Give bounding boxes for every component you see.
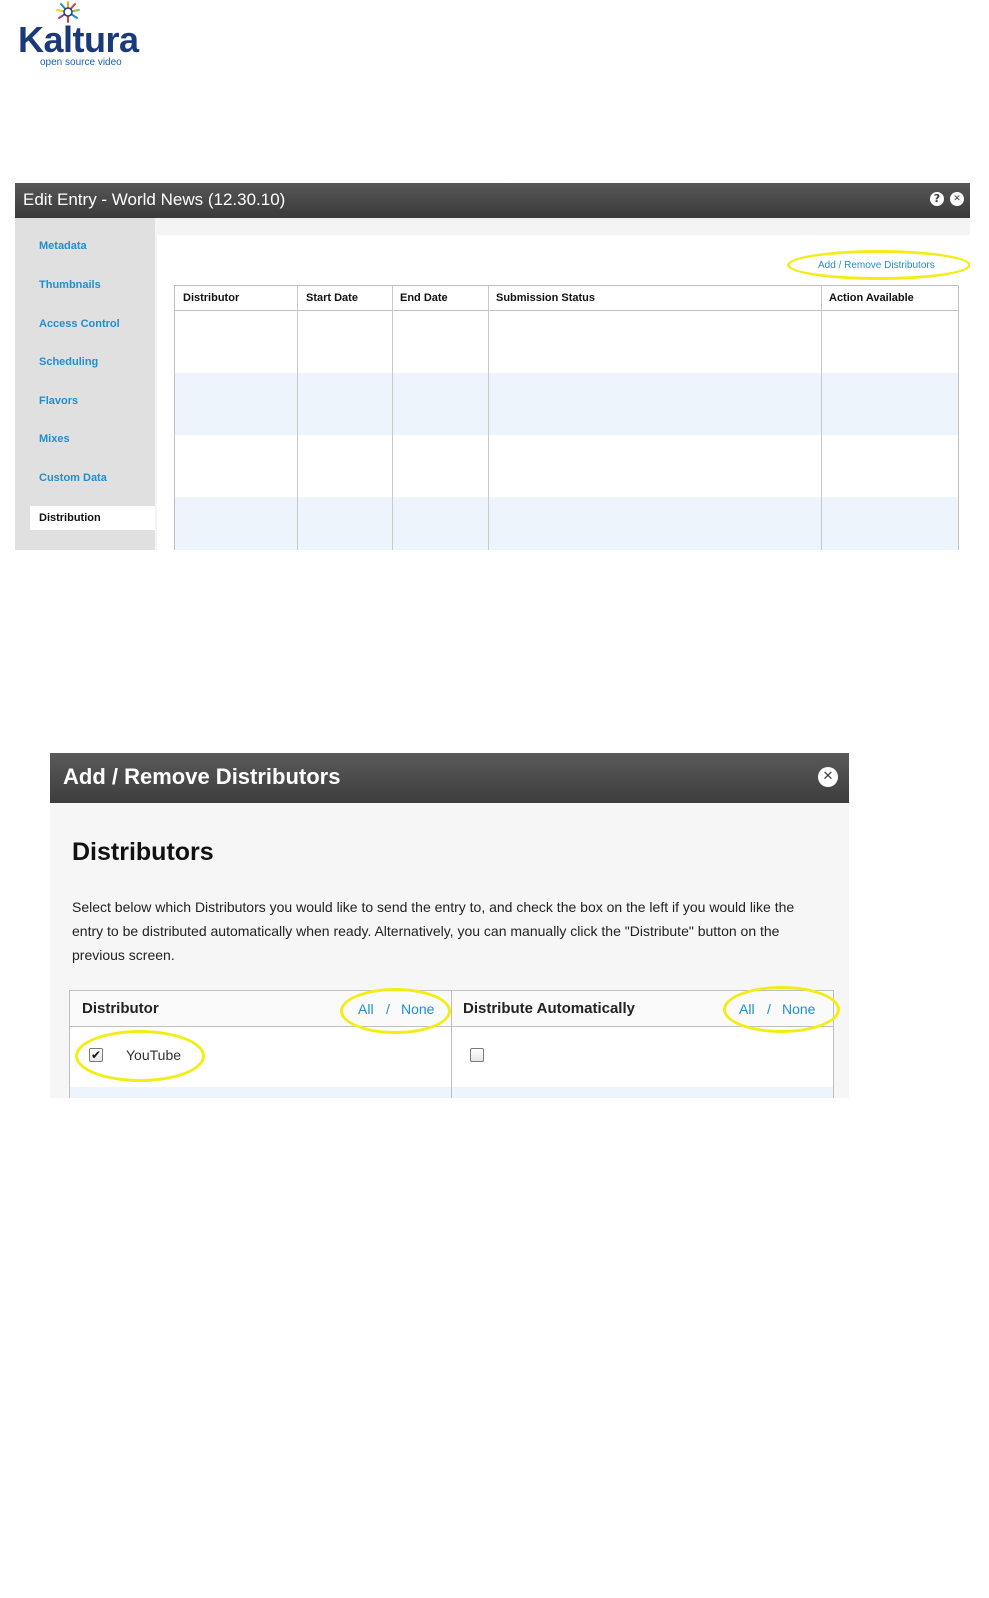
highlight-oval: [340, 988, 451, 1034]
column-divider: [297, 286, 298, 550]
column-divider: [451, 991, 452, 1098]
table-header: Distributor Start Date End Date Submissi…: [175, 286, 958, 311]
sidebar-item-custom-data[interactable]: Custom Data: [39, 472, 107, 484]
edit-entry-sidebar: Metadata Thumbnails Access Control Sched…: [15, 218, 155, 550]
column-header-end-date[interactable]: End Date: [400, 292, 448, 304]
column-divider: [821, 286, 822, 550]
distribution-panel: Add / Remove Distributors Distributor St…: [157, 235, 970, 550]
logo-wordmark: Kaltura: [18, 19, 139, 60]
help-icon[interactable]: ?: [930, 192, 944, 206]
close-icon[interactable]: ✕: [950, 192, 964, 206]
column-header-distributor: Distributor: [82, 1000, 159, 1017]
sidebar-item-thumbnails[interactable]: Thumbnails: [39, 279, 101, 291]
column-header-submission-status[interactable]: Submission Status: [496, 292, 595, 304]
column-divider: [488, 286, 489, 550]
column-header-distributor[interactable]: Distributor: [183, 292, 239, 304]
edit-entry-title: Edit Entry - World News (12.30.10): [23, 190, 286, 209]
sidebar-item-metadata[interactable]: Metadata: [39, 240, 87, 252]
highlight-oval: [75, 1030, 205, 1082]
dialog-header: Add / Remove Distributors ✕: [50, 753, 849, 803]
highlight-oval: [723, 986, 840, 1033]
sidebar-item-access-control[interactable]: Access Control: [39, 318, 120, 330]
kaltura-logo: Kaltura open source video: [18, 0, 158, 70]
table-row: [175, 311, 958, 373]
youtube-distribute-auto-checkbox[interactable]: [470, 1048, 484, 1062]
distribution-table: Distributor Start Date End Date Submissi…: [174, 285, 959, 550]
column-header-start-date[interactable]: Start Date: [306, 292, 358, 304]
edit-entry-main: Add / Remove Distributors Distributor St…: [155, 218, 970, 550]
table-row: [175, 373, 958, 435]
table-row: [175, 435, 958, 497]
sidebar-item-mixes[interactable]: Mixes: [39, 433, 70, 445]
column-header-distribute-automatically: Distribute Automatically: [463, 1000, 635, 1017]
distributors-heading: Distributors: [72, 838, 214, 866]
table-row: [175, 497, 958, 550]
distributors-description: Select below which Distributors you woul…: [72, 899, 795, 963]
close-icon[interactable]: ✕: [818, 767, 838, 787]
edit-entry-window: Edit Entry - World News (12.30.10) ? ✕ M…: [15, 183, 970, 550]
edit-entry-header: Edit Entry - World News (12.30.10) ? ✕: [15, 183, 970, 218]
sidebar-item-scheduling[interactable]: Scheduling: [39, 356, 98, 368]
logo-tagline: open source video: [40, 57, 122, 68]
dialog-title: Add / Remove Distributors: [63, 764, 341, 789]
column-divider: [392, 286, 393, 550]
column-header-action-available[interactable]: Action Available: [829, 292, 914, 304]
highlight-oval: [787, 250, 970, 280]
sidebar-item-distribution[interactable]: Distribution: [30, 506, 155, 530]
add-remove-distributors-dialog: Add / Remove Distributors ✕ Distributors…: [50, 753, 849, 1098]
sidebar-item-flavors[interactable]: Flavors: [39, 395, 78, 407]
